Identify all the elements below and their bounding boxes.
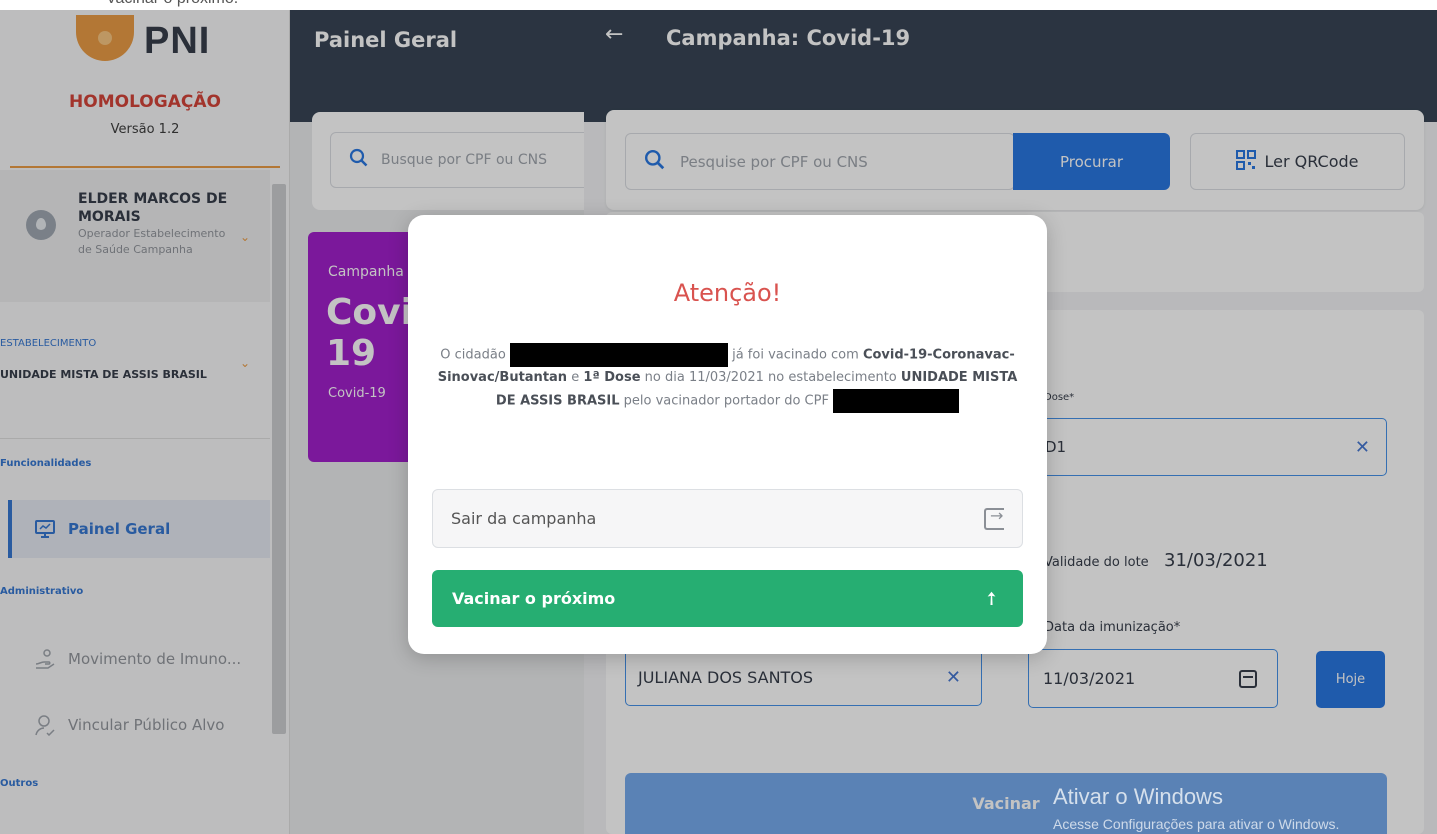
redacted-name (509, 343, 728, 367)
message-text: no dia 11/03/2021 no estabelecimento (644, 370, 897, 385)
windows-activation-watermark: Ativar o Windows (1053, 784, 1223, 809)
message-text: pelo vacinador portador do CPF (623, 393, 829, 409)
dose-name: 1ª Dose (583, 370, 641, 385)
sair-campanha-label: Sair da campanha (451, 509, 597, 528)
dialog-message: O cidadão já foi vacinado com Covid-19-C… (432, 343, 1023, 413)
redacted-cpf (833, 389, 960, 413)
message-text: O cidadão (440, 347, 506, 363)
sair-campanha-button[interactable]: Sair da campanha (432, 489, 1023, 548)
dialog-title: Atenção! (673, 279, 782, 307)
syringe-icon: ➚ (978, 585, 1005, 612)
attention-dialog: Atenção! O cidadão já foi vacinado com C… (408, 215, 1047, 654)
top-fragment: Vacinar o próximo. (0, 0, 1437, 10)
exit-icon (984, 506, 1004, 530)
top-fragment-text: Vacinar o próximo. (106, 0, 238, 8)
windows-activation-subtext: Acesse Configurações para ativar o Windo… (1053, 816, 1340, 832)
vacinar-proximo-button[interactable]: Vacinar o próximo ➚ (432, 570, 1023, 627)
message-text: já foi vacinado com (732, 347, 859, 363)
vacinar-proximo-label: Vacinar o próximo (452, 589, 616, 608)
message-text: e (571, 370, 580, 385)
